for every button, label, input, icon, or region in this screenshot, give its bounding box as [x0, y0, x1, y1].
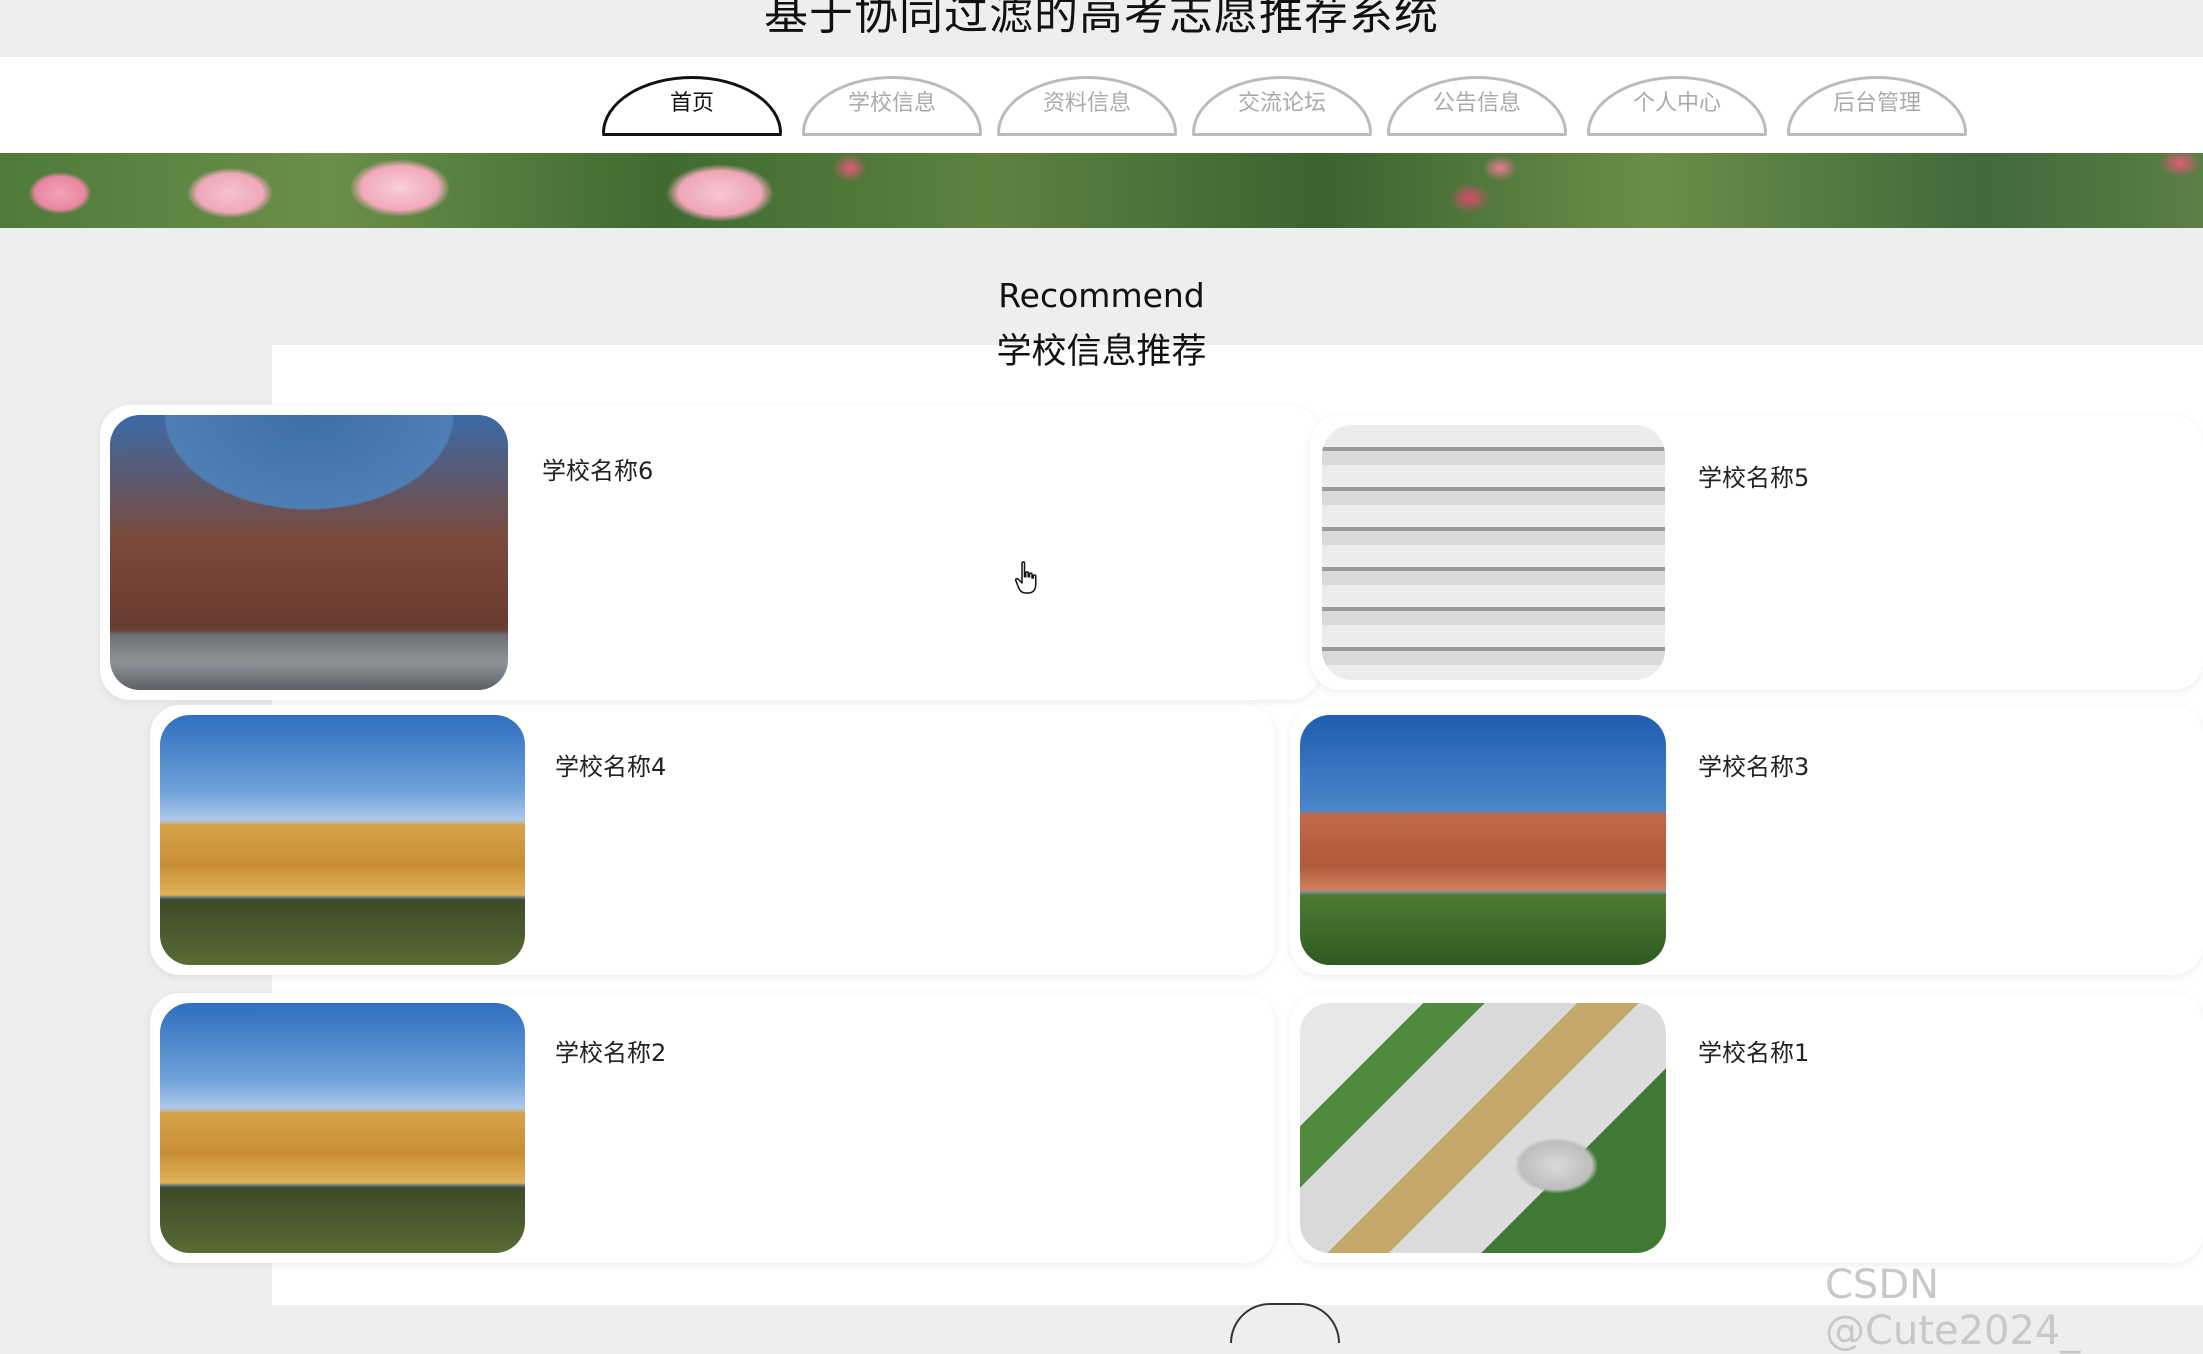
school-image[interactable]: [160, 715, 525, 965]
school-card[interactable]: 学校名称4: [150, 705, 1275, 975]
school-card[interactable]: 学校名称6: [100, 405, 1320, 700]
nav-tab-announcements[interactable]: 公告信息: [1387, 76, 1567, 136]
school-card[interactable]: 学校名称3: [1290, 705, 2203, 975]
banner-image: [0, 153, 2203, 228]
school-image[interactable]: [1322, 425, 1665, 680]
nav-tab-home[interactable]: 首页: [602, 76, 782, 136]
school-name[interactable]: 学校名称6: [542, 451, 653, 486]
nav-bar: 首页 学校信息 资料信息 交流论坛 公告信息 个人中心 后台管理: [0, 57, 2203, 153]
watermark: CSDN @Cute2024_: [1825, 1262, 2081, 1354]
school-card[interactable]: 学校名称5: [1310, 415, 2203, 690]
section-heading-en: Recommend: [998, 276, 1205, 315]
school-card[interactable]: 学校名称2: [150, 993, 1275, 1263]
nav-tab-admin[interactable]: 后台管理: [1787, 76, 1967, 136]
site-title: 基于协同过滤的高考志愿推荐系统: [764, 0, 1439, 40]
nav-tab-forum[interactable]: 交流论坛: [1192, 76, 1372, 136]
nav-tab-personal-center[interactable]: 个人中心: [1587, 76, 1767, 136]
hand-cursor-icon: [1014, 561, 1037, 594]
nav-tab-school-info[interactable]: 学校信息: [802, 76, 982, 136]
school-name[interactable]: 学校名称4: [555, 747, 666, 782]
pagination-control[interactable]: [1230, 1303, 1340, 1343]
school-image[interactable]: [160, 1003, 525, 1253]
school-card[interactable]: 学校名称1: [1290, 993, 2203, 1263]
school-image[interactable]: [1300, 1003, 1666, 1253]
school-image[interactable]: [110, 415, 508, 690]
school-name[interactable]: 学校名称3: [1698, 747, 1809, 782]
nav-tab-materials[interactable]: 资料信息: [997, 76, 1177, 136]
section-heading-cn: 学校信息推荐: [996, 332, 1207, 372]
school-name[interactable]: 学校名称1: [1698, 1033, 1809, 1068]
school-name[interactable]: 学校名称5: [1698, 458, 1809, 493]
school-name[interactable]: 学校名称2: [555, 1033, 666, 1068]
school-image[interactable]: [1300, 715, 1666, 965]
header-bar: 基于协同过滤的高考志愿推荐系统: [0, 0, 2203, 57]
